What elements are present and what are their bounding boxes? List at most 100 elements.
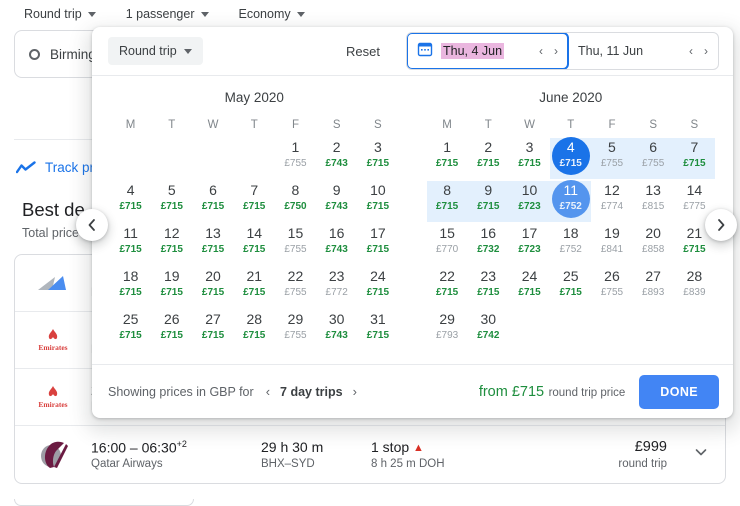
calendar-day[interactable]: 19£715 bbox=[151, 266, 192, 309]
calendar-day[interactable]: 17£715 bbox=[357, 223, 398, 266]
calendar-day-selected-start[interactable]: 4£715 bbox=[550, 137, 591, 180]
calendar-day[interactable]: 27£715 bbox=[192, 309, 233, 352]
calendar-day[interactable]: 13£815 bbox=[633, 180, 674, 223]
calendar-day[interactable]: 5£755 bbox=[591, 137, 632, 180]
calendar-day[interactable]: 18£752 bbox=[550, 223, 591, 266]
carousel-prev-button[interactable] bbox=[76, 209, 108, 241]
calendar-day[interactable]: 22£715 bbox=[427, 266, 468, 309]
calendar-day[interactable]: 21£715 bbox=[234, 266, 275, 309]
calendar-day[interactable]: 4£715 bbox=[110, 180, 151, 223]
trip-length-prev-button[interactable]: ‹ bbox=[266, 384, 270, 399]
calendar-day[interactable]: 23£715 bbox=[468, 266, 509, 309]
trip-type-selector[interactable]: Round trip bbox=[22, 5, 98, 23]
calendar-day[interactable]: 8£750 bbox=[275, 180, 316, 223]
calendar-day[interactable]: 16£732 bbox=[468, 223, 509, 266]
generic-tail-logo-icon bbox=[31, 273, 75, 293]
weekday-label: F bbox=[275, 119, 316, 131]
calendar-day[interactable]: 20£715 bbox=[192, 266, 233, 309]
calendar-day[interactable]: 10£715 bbox=[357, 180, 398, 223]
day-price: £715 bbox=[477, 157, 499, 170]
flight-time-range: 16:00 – 06:30+2 bbox=[91, 439, 261, 456]
day-price: £750 bbox=[284, 200, 306, 213]
calendar-day[interactable]: 7£715 bbox=[674, 137, 715, 180]
dialog-trip-type-selector[interactable]: Round trip bbox=[108, 37, 203, 65]
calendar-day[interactable]: 20£858 bbox=[633, 223, 674, 266]
return-prev-day-button[interactable]: ‹ bbox=[689, 44, 693, 58]
calendar-day[interactable]: 26£755 bbox=[591, 266, 632, 309]
calendar-day[interactable]: 1£755 bbox=[275, 137, 316, 180]
calendar-day[interactable]: 17£723 bbox=[509, 223, 550, 266]
calendar-day[interactable]: 6£715 bbox=[192, 180, 233, 223]
calendar-day[interactable]: 3£715 bbox=[509, 137, 550, 180]
calendar-day-selected-end[interactable]: 11£752 bbox=[550, 180, 591, 223]
calendar-day[interactable]: 2£715 bbox=[468, 137, 509, 180]
calendar-day[interactable]: 18£715 bbox=[110, 266, 151, 309]
day-number: 8 bbox=[443, 182, 451, 199]
day-number: 7 bbox=[690, 139, 698, 156]
calendar-day[interactable]: 28£715 bbox=[234, 309, 275, 352]
day-number: 9 bbox=[333, 182, 341, 199]
calendar-day[interactable]: 11£715 bbox=[110, 223, 151, 266]
passenger-selector[interactable]: 1 passenger bbox=[124, 5, 211, 23]
expand-flight-icon[interactable] bbox=[693, 444, 709, 465]
day-number: 4 bbox=[127, 182, 135, 199]
day-number: 17 bbox=[370, 225, 386, 242]
origin-field[interactable]: Birming bbox=[15, 47, 96, 62]
calendar-day[interactable]: 26£715 bbox=[151, 309, 192, 352]
weekday-label: W bbox=[192, 119, 233, 131]
calendar-day[interactable]: 25£715 bbox=[550, 266, 591, 309]
featured-flight-row[interactable]: 16:00 – 06:30+2 Qatar Airways 29 h 30 m … bbox=[15, 426, 725, 483]
day-price: £755 bbox=[601, 157, 623, 170]
calendar-day[interactable]: 29£793 bbox=[427, 309, 468, 352]
calendar-day-empty bbox=[192, 137, 233, 180]
reset-button[interactable]: Reset bbox=[336, 38, 390, 65]
carousel-next-button[interactable] bbox=[705, 209, 737, 241]
calendar-day[interactable]: 8£715 bbox=[427, 180, 468, 223]
calendar-day[interactable]: 24£715 bbox=[357, 266, 398, 309]
return-next-day-button[interactable]: › bbox=[704, 44, 708, 58]
calendar-day[interactable]: 30£742 bbox=[468, 309, 509, 352]
departure-next-day-button[interactable]: › bbox=[554, 44, 558, 58]
day-number: 24 bbox=[522, 268, 538, 285]
calendar-day[interactable]: 5£715 bbox=[151, 180, 192, 223]
calendar-day[interactable]: 1£715 bbox=[427, 137, 468, 180]
calendar-day[interactable]: 6£755 bbox=[633, 137, 674, 180]
calendar-day[interactable]: 9£743 bbox=[316, 180, 357, 223]
chevron-down-icon bbox=[184, 49, 192, 54]
day-number: 13 bbox=[645, 182, 661, 199]
trip-type-label: Round trip bbox=[24, 7, 82, 21]
calendar-day[interactable]: 29£755 bbox=[275, 309, 316, 352]
calendar-day[interactable]: 25£715 bbox=[110, 309, 151, 352]
day-price: £839 bbox=[683, 286, 705, 299]
cabin-class-selector[interactable]: Economy bbox=[237, 5, 307, 23]
day-price: £715 bbox=[518, 286, 540, 299]
calendar-day[interactable]: 3£715 bbox=[357, 137, 398, 180]
calendar-day[interactable]: 7£715 bbox=[234, 180, 275, 223]
calendar-day[interactable]: 15£755 bbox=[275, 223, 316, 266]
departure-date-field[interactable]: Thu, 4 Jun ‹ › bbox=[406, 32, 569, 70]
calendar-day[interactable]: 19£841 bbox=[591, 223, 632, 266]
track-prices-toggle[interactable]: Track pr bbox=[16, 160, 94, 175]
calendar-day[interactable]: 15£770 bbox=[427, 223, 468, 266]
calendar-day[interactable]: 24£715 bbox=[509, 266, 550, 309]
calendar-day[interactable]: 23£772 bbox=[316, 266, 357, 309]
calendar-day[interactable]: 28£839 bbox=[674, 266, 715, 309]
day-number: 20 bbox=[645, 225, 661, 242]
calendar-day[interactable]: 14£715 bbox=[234, 223, 275, 266]
calendar-day[interactable]: 13£715 bbox=[192, 223, 233, 266]
done-button[interactable]: DONE bbox=[639, 375, 719, 409]
calendar-day[interactable]: 31£715 bbox=[357, 309, 398, 352]
calendar-day[interactable]: 10£723 bbox=[509, 180, 550, 223]
departure-prev-day-button[interactable]: ‹ bbox=[539, 44, 543, 58]
calendar-day[interactable]: 16£743 bbox=[316, 223, 357, 266]
calendar-day[interactable]: 2£743 bbox=[316, 137, 357, 180]
calendar-day[interactable]: 27£893 bbox=[633, 266, 674, 309]
return-date-field[interactable]: Thu, 11 Jun ‹ › bbox=[568, 33, 718, 69]
calendar-day[interactable]: 30£743 bbox=[316, 309, 357, 352]
calendar-day[interactable]: 9£715 bbox=[468, 180, 509, 223]
calendar-day[interactable]: 12£715 bbox=[151, 223, 192, 266]
day-price: £752 bbox=[560, 200, 582, 213]
calendar-day[interactable]: 12£774 bbox=[591, 180, 632, 223]
calendar-day[interactable]: 22£755 bbox=[275, 266, 316, 309]
trip-length-next-button[interactable]: › bbox=[353, 384, 357, 399]
